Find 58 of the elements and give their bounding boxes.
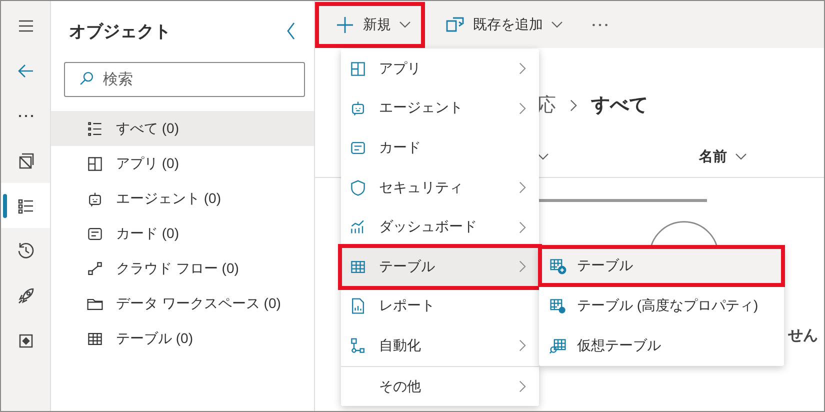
submenu-item[interactable]: テーブル: [539, 246, 784, 286]
report-icon: [349, 297, 367, 316]
flow-nodes-icon: [349, 336, 367, 355]
object-nav-item[interactable]: カード (0): [51, 216, 314, 251]
plus-icon: [335, 14, 355, 34]
robot-icon: [349, 99, 367, 118]
chevron-right-icon: [519, 260, 526, 274]
robot-icon: [86, 190, 104, 208]
grid-icon: [349, 60, 367, 78]
chevron-down-icon: [735, 153, 747, 161]
table-add-icon: [549, 257, 567, 275]
object-nav-item[interactable]: エージェント (0): [51, 181, 314, 216]
menu-item[interactable]: セキュリティ: [341, 168, 539, 208]
chevron-right-icon: [570, 98, 577, 112]
submenu-item[interactable]: テーブル (高度なプロパティ): [539, 286, 784, 326]
menu-item[interactable]: レポート: [341, 286, 539, 326]
chevron-right-icon: [519, 220, 526, 234]
search-field[interactable]: 検索: [64, 62, 305, 97]
submenu-item[interactable]: 仮想テーブル: [539, 326, 784, 366]
menu-item[interactable]: ダッシュボード: [341, 207, 539, 247]
table-gear-icon: [549, 297, 567, 315]
collapse-icon[interactable]: [286, 21, 296, 41]
menu-item[interactable]: テーブル: [341, 246, 539, 287]
breadcrumb-item[interactable]: 応: [537, 92, 556, 118]
object-nav-item[interactable]: データ ワークスペース (0): [51, 286, 314, 321]
chevron-right-icon: [519, 102, 526, 115]
toolbar-button[interactable]: 既存を追加: [425, 2, 577, 48]
chevron-down-icon: [551, 20, 563, 28]
panel-title: オブジェクト: [69, 20, 171, 42]
menu-item[interactable]: その他: [341, 366, 539, 406]
shield-icon: [349, 178, 367, 197]
object-nav-item[interactable]: テーブル (0): [51, 321, 314, 356]
column-header[interactable]: 名前: [699, 148, 727, 166]
menu-item[interactable]: アプリ: [341, 49, 539, 89]
object-nav-item[interactable]: アプリ (0): [51, 146, 314, 181]
chevron-down-icon: [399, 20, 411, 28]
table-search-icon: [549, 337, 567, 355]
search-icon: [78, 70, 95, 87]
more-icon[interactable]: [591, 22, 609, 28]
grid-icon: [86, 154, 104, 172]
breadcrumb-current: すべて: [591, 94, 648, 118]
list-icon: [86, 120, 104, 138]
add-existing-icon: [445, 14, 465, 34]
chevron-down-icon[interactable]: [537, 153, 549, 161]
empty-state-text: せん: [788, 326, 818, 345]
menu-item[interactable]: 自動化: [341, 326, 539, 366]
object-nav-item[interactable]: クラウド フロー (0): [51, 251, 314, 286]
history-icon: [16, 240, 36, 260]
toolbar-button[interactable]: 新規: [315, 2, 425, 48]
chevron-right-icon: [519, 62, 526, 76]
chevron-right-icon: [519, 380, 526, 394]
menu-item[interactable]: カード: [341, 128, 539, 168]
chevron-right-icon: [519, 181, 526, 194]
rail-button[interactable]: [1, 183, 50, 228]
chevron-right-icon: [519, 339, 526, 352]
flow-icon: [86, 260, 104, 278]
menu-item[interactable]: エージェント: [341, 88, 539, 128]
object-nav-item[interactable]: すべて (0): [51, 111, 314, 146]
